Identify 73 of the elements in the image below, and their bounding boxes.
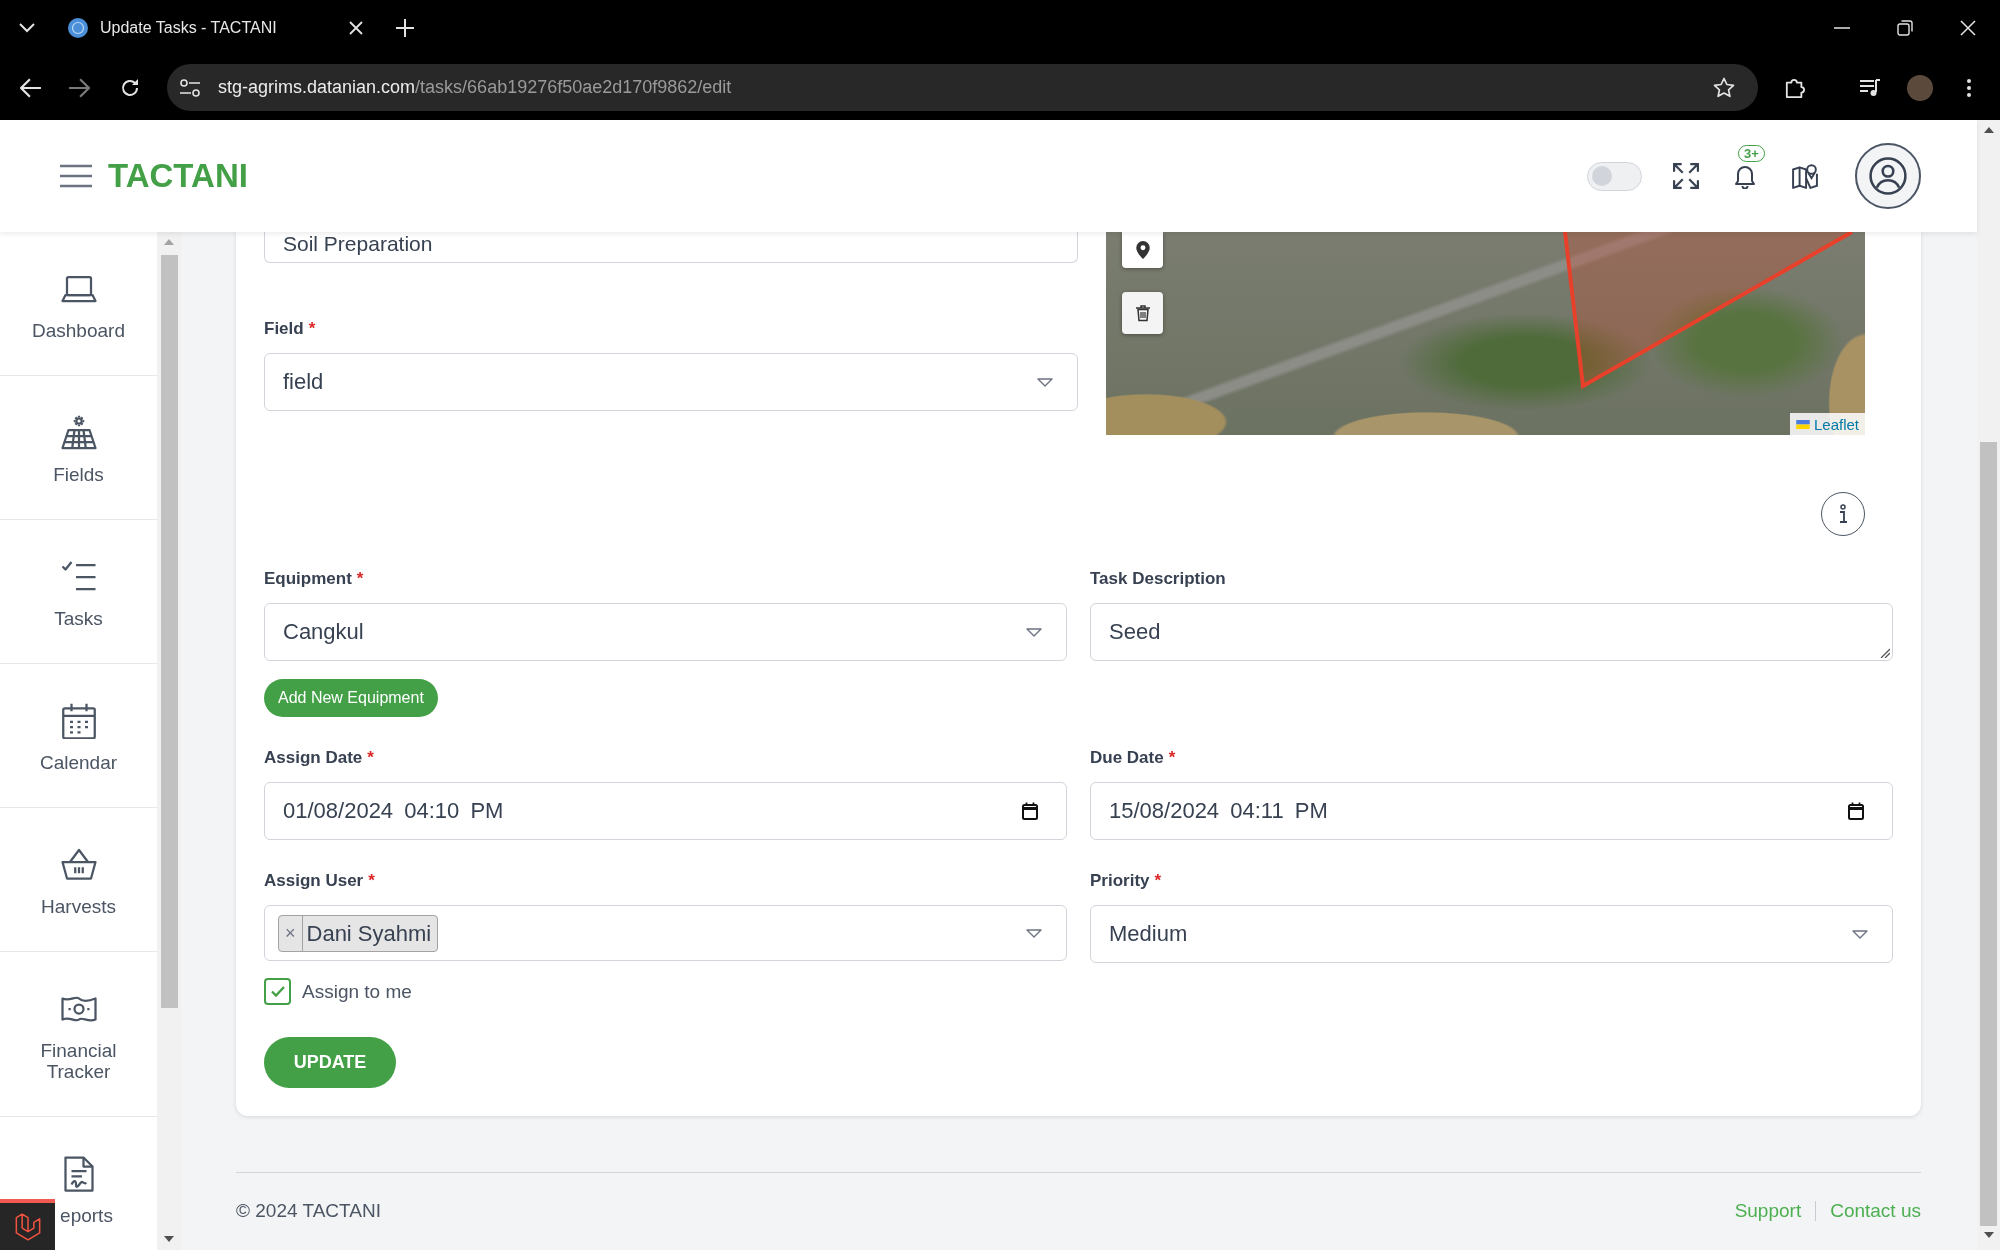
checkbox[interactable] xyxy=(264,978,291,1005)
user-icon xyxy=(1869,157,1907,195)
field-label: Assign Date * xyxy=(264,747,375,769)
info-icon xyxy=(1838,504,1848,524)
select-field[interactable]: Medium xyxy=(1090,905,1893,963)
calendar-icon[interactable] xyxy=(1848,802,1864,820)
copyright-text: © 2024 TACTANI xyxy=(236,1201,381,1221)
date-time-input[interactable]: 01/08/2024 04:10 PM xyxy=(264,782,1067,840)
caret-icon xyxy=(1037,377,1053,387)
marker-button[interactable] xyxy=(1122,232,1163,268)
field-label: Equipment * xyxy=(264,568,365,590)
scrollbar[interactable] xyxy=(1977,120,2000,1250)
flag-icon xyxy=(1795,419,1810,429)
basket-icon xyxy=(60,847,97,883)
calendar-icon xyxy=(60,703,97,739)
tag-label: Dani Syahmi xyxy=(305,919,433,948)
map-pin-icon xyxy=(1135,241,1150,259)
delete-button[interactable] xyxy=(1122,292,1163,334)
close-icon[interactable] xyxy=(1960,19,1976,36)
scrollbar-thumb[interactable] xyxy=(1980,442,1997,1226)
arrow-down-icon[interactable] xyxy=(1983,1232,1994,1238)
field-label: Priority * xyxy=(1090,870,1163,892)
info-button[interactable] xyxy=(1821,492,1865,536)
cube-logo-icon xyxy=(13,1212,42,1241)
field-label: Due Date * xyxy=(1090,747,1177,769)
favicon-icon xyxy=(68,17,88,38)
restore-icon[interactable] xyxy=(1897,19,1913,36)
arrow-down-icon[interactable] xyxy=(164,1236,174,1242)
field-label: Assign User * xyxy=(264,870,376,892)
reload-icon[interactable] xyxy=(119,77,141,98)
url-text[interactable]: stg-agrims.datanian.com/tasks/66ab19276f50ae2d170f9862/edit xyxy=(218,77,732,98)
address-bar[interactable]: stg-agrims.datanian.com/tasks/66ab19276f50ae2d170f9862/edit xyxy=(167,64,1758,111)
satellite-map-placeholder[interactable]: Leaflet xyxy=(1106,232,1865,435)
checkmark-icon xyxy=(270,986,285,997)
bookmark-star-icon[interactable] xyxy=(1713,77,1735,98)
select-field[interactable]: field xyxy=(264,353,1078,411)
chevron-down-icon[interactable] xyxy=(19,22,35,33)
select-field[interactable]: Cangkul xyxy=(264,603,1067,661)
resize-handle-icon[interactable] xyxy=(1880,648,1890,658)
solar-panel-icon xyxy=(60,415,97,451)
scrollbar[interactable] xyxy=(157,232,181,1250)
checkbox-label: Assign to me xyxy=(302,980,412,1003)
textarea-field[interactable]: Seed xyxy=(1090,603,1893,661)
caret-icon xyxy=(1852,929,1868,939)
map-icon[interactable] xyxy=(1792,163,1818,189)
forward-arrow-icon[interactable] xyxy=(68,77,90,98)
trash-icon xyxy=(1135,304,1150,322)
site-info-icon[interactable] xyxy=(180,78,200,97)
notification-badge: 3+ xyxy=(1738,145,1765,162)
multi-select-field[interactable]: × Dani Syahmi xyxy=(264,905,1067,961)
back-arrow-icon[interactable] xyxy=(20,77,42,98)
text-input[interactable]: Soil Preparation xyxy=(264,232,1078,263)
menu-icon[interactable] xyxy=(60,164,92,188)
calendar-icon[interactable] xyxy=(1022,802,1038,820)
attribution-link[interactable]: Leaflet xyxy=(1789,413,1865,435)
puzzle-piece-icon[interactable] xyxy=(1784,77,1806,98)
theme-toggle[interactable] xyxy=(1587,161,1642,191)
fullscreen-icon[interactable] xyxy=(1673,163,1699,189)
more-menu-icon[interactable] xyxy=(1967,78,1971,97)
scrollbar-thumb[interactable] xyxy=(160,255,178,1008)
bell-icon[interactable] xyxy=(1732,163,1758,189)
tab-title[interactable]: Update Tasks - TACTANI xyxy=(100,18,349,37)
caret-icon xyxy=(1026,928,1042,938)
arrow-up-icon[interactable] xyxy=(1983,127,1994,133)
field-label: Task Description xyxy=(1090,568,1227,590)
debugbar-button[interactable] xyxy=(0,1199,55,1250)
date-time-input[interactable]: 15/08/2024 04:11 PM xyxy=(1090,782,1893,840)
close-icon[interactable] xyxy=(349,20,363,35)
playlist-icon[interactable] xyxy=(1859,77,1881,98)
plus-icon[interactable] xyxy=(396,18,414,37)
field-label: Field * xyxy=(264,318,317,340)
remove-tag-button[interactable]: × xyxy=(279,915,303,951)
caret-icon xyxy=(1026,627,1042,637)
